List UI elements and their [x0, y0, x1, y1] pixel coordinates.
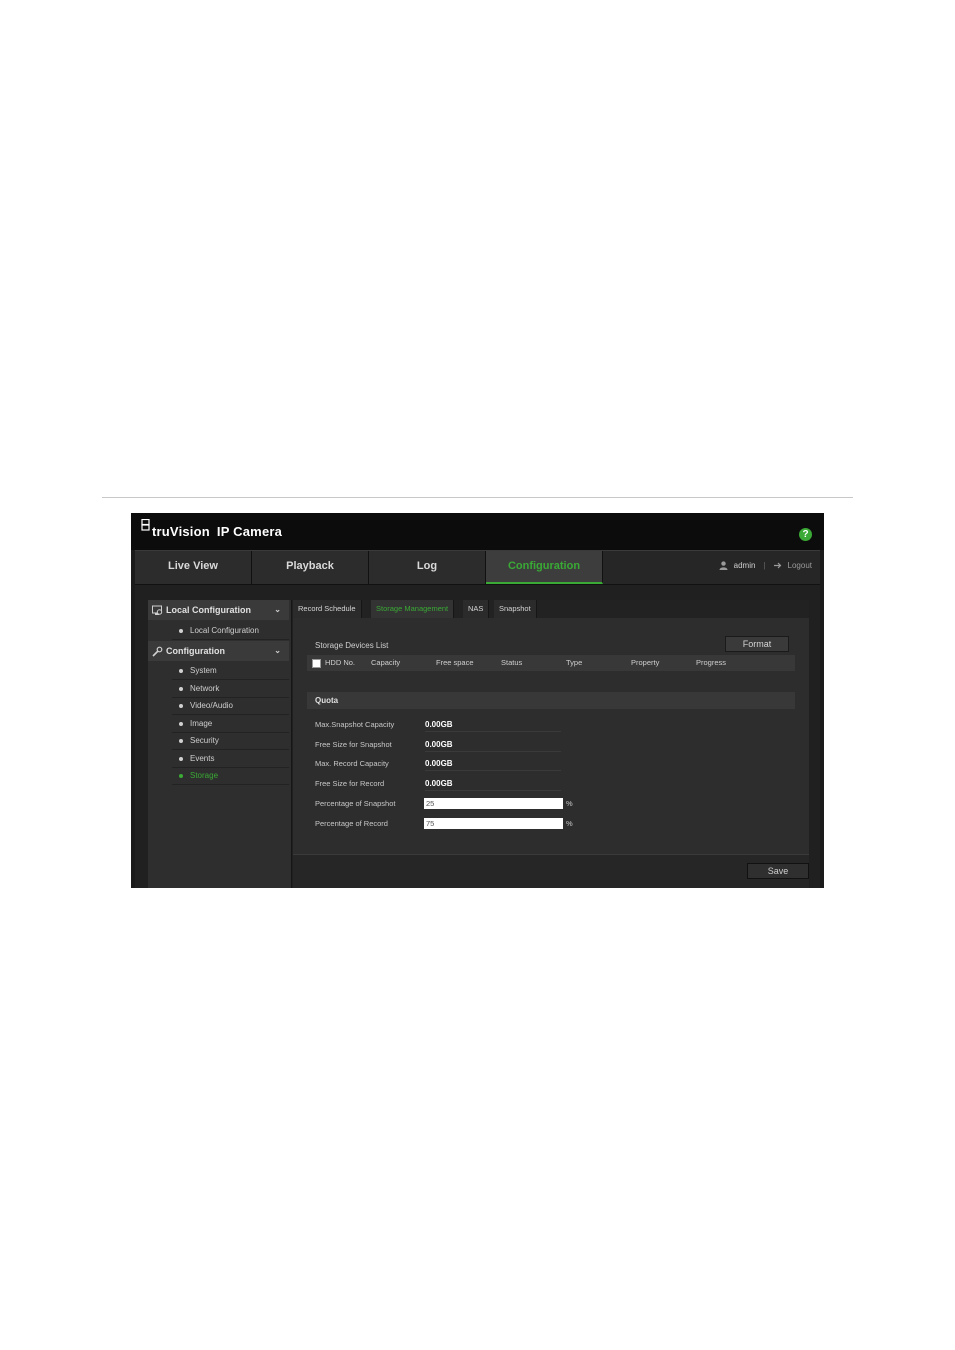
percentage-record-input[interactable]	[424, 818, 563, 829]
user-separator: |	[763, 561, 766, 570]
sidebar: Local Configuration ⌄ Local Configuratio…	[148, 600, 292, 888]
bullet-icon	[179, 629, 183, 633]
sidebar-item-events[interactable]: Events	[172, 750, 289, 768]
wrench-icon	[152, 646, 163, 657]
column-capacity: Capacity	[371, 658, 401, 667]
storage-devices-list-title: Storage Devices List	[315, 641, 389, 650]
bullet-icon	[179, 757, 183, 761]
column-hdd-no: HDD No.	[325, 658, 356, 667]
sidebar-item-security[interactable]: Security	[172, 732, 289, 750]
user-icon	[719, 561, 728, 570]
save-button[interactable]: Save	[747, 863, 809, 879]
bullet-icon	[179, 774, 183, 778]
max-snapshot-capacity-row: Max.Snapshot Capacity 0.00GB	[315, 717, 795, 733]
storage-table-header: HDD No. Capacity Free space Status Type …	[307, 655, 795, 671]
sidebar-item-local-configuration[interactable]: Local Configuration	[172, 622, 289, 640]
chevron-down-icon: ⌄	[274, 646, 281, 655]
camera-web-ui: truVision IP Camera ? Live View Playback…	[131, 513, 824, 888]
column-progress: Progress	[696, 658, 727, 667]
free-size-record-value: 0.00GB	[425, 778, 561, 791]
tab-live-view[interactable]: Live View	[135, 551, 252, 584]
tab-playback[interactable]: Playback	[252, 551, 369, 584]
sidebar-item-video-audio[interactable]: Video/Audio	[172, 697, 289, 715]
content-panel: Record Schedule Storage Management NAS S…	[293, 600, 809, 888]
free-size-record-row: Free Size for Record 0.00GB	[315, 776, 795, 792]
column-free-space: Free space	[436, 658, 474, 667]
page-divider	[102, 497, 853, 498]
sidebar-item-storage[interactable]: Storage	[172, 767, 289, 785]
free-size-snapshot-row: Free Size for Snapshot 0.00GB	[315, 737, 795, 753]
percentage-snapshot-row: Percentage of Snapshot %	[315, 796, 795, 812]
percentage-snapshot-input[interactable]	[424, 798, 563, 809]
bullet-icon	[179, 687, 183, 691]
logout-icon[interactable]	[773, 562, 783, 569]
free-size-snapshot-value: 0.00GB	[425, 739, 561, 752]
username: admin	[733, 561, 756, 570]
max-record-capacity-value: 0.00GB	[425, 758, 561, 771]
column-type: Type	[566, 658, 583, 667]
monitor-settings-icon	[152, 605, 163, 615]
truvision-logo-icon	[141, 519, 150, 531]
app-logo: truVision IP Camera	[141, 519, 282, 539]
format-button[interactable]: Format	[725, 636, 789, 652]
tab-configuration[interactable]: Configuration	[486, 551, 603, 584]
select-all-checkbox[interactable]	[312, 659, 321, 668]
subtab-nas[interactable]: NAS	[463, 600, 490, 618]
sidebar-item-network[interactable]: Network	[172, 680, 289, 698]
column-status: Status	[501, 658, 523, 667]
max-record-capacity-row: Max. Record Capacity 0.00GB	[315, 756, 795, 772]
user-area: admin | Logout	[719, 561, 812, 570]
help-icon[interactable]: ?	[799, 528, 812, 541]
sidebar-section-configuration[interactable]: Configuration ⌄	[148, 641, 289, 661]
subtab-snapshot[interactable]: Snapshot	[494, 600, 537, 618]
bullet-icon	[179, 722, 183, 726]
title-bar: truVision IP Camera ?	[131, 513, 824, 550]
footer-bar: Save	[293, 854, 809, 888]
sidebar-section-local-configuration[interactable]: Local Configuration ⌄	[148, 600, 289, 620]
subtab-record-schedule[interactable]: Record Schedule	[293, 600, 362, 618]
subtab-storage-management[interactable]: Storage Management	[371, 600, 455, 618]
logout-link[interactable]: Logout	[788, 561, 812, 570]
chevron-down-icon: ⌄	[274, 605, 281, 614]
bullet-icon	[179, 704, 183, 708]
sidebar-item-image[interactable]: Image	[172, 715, 289, 733]
product-name: IP Camera	[216, 524, 283, 539]
percentage-record-row: Percentage of Record %	[315, 816, 795, 832]
main-nav: Live View Playback Log Configuration adm…	[135, 550, 820, 586]
subtab-bar: Record Schedule Storage Management NAS S…	[293, 600, 809, 618]
bullet-icon	[179, 669, 183, 673]
column-property: Property	[631, 658, 660, 667]
max-snapshot-capacity-value: 0.00GB	[425, 719, 561, 732]
sidebar-item-system[interactable]: System	[172, 662, 289, 680]
bullet-icon	[179, 739, 183, 743]
quota-section-header: Quota	[307, 692, 795, 709]
brand-name: truVision	[152, 524, 210, 539]
tab-log[interactable]: Log	[369, 551, 486, 584]
body-panel: Local Configuration ⌄ Local Configuratio…	[135, 585, 820, 888]
